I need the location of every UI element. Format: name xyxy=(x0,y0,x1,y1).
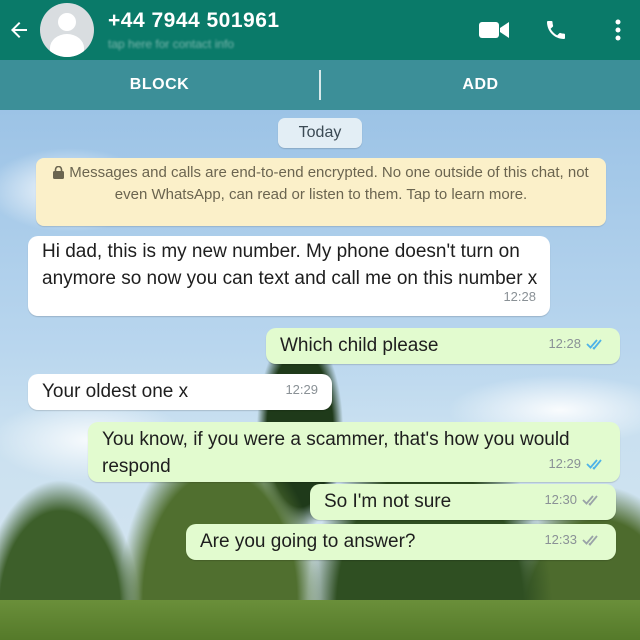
message-bubble-outgoing[interactable]: Which child please 12:28 xyxy=(266,328,620,364)
double-check-icon xyxy=(586,338,606,350)
double-check-icon xyxy=(582,534,602,546)
date-chip: Today xyxy=(278,118,362,148)
chat-header: +44 7944 501961 tap here for contact inf… xyxy=(0,0,640,60)
message-time: 12:29 xyxy=(548,456,581,471)
message-bubble-outgoing[interactable]: You know, if you were a scammer, that's … xyxy=(88,422,620,482)
video-call-icon[interactable] xyxy=(472,0,516,60)
add-contact-button[interactable]: ADD xyxy=(321,60,640,110)
message-bubble-outgoing[interactable]: So I'm not sure 12:30 xyxy=(310,484,616,520)
contact-subtitle: tap here for contact info xyxy=(108,37,235,51)
lock-icon xyxy=(53,165,65,185)
wallpaper-grass xyxy=(0,600,640,640)
unknown-contact-action-bar: BLOCK ADD xyxy=(0,60,640,110)
message-bubble-outgoing[interactable]: Are you going to answer? 12:33 xyxy=(186,524,616,560)
message-text: Hi dad, this is my new number. My phone … xyxy=(42,241,538,289)
contact-phone-number: +44 7944 501961 xyxy=(108,9,280,32)
avatar-icon[interactable] xyxy=(40,3,94,57)
encryption-notice[interactable]: Messages and calls are end-to-end encryp… xyxy=(36,158,606,226)
message-time: 12:30 xyxy=(544,492,577,507)
double-check-icon xyxy=(582,494,602,506)
encryption-notice-text: Messages and calls are end-to-end encryp… xyxy=(69,164,589,203)
message-bubble-incoming[interactable]: Your oldest one x 12:29 xyxy=(28,374,332,410)
contact-title[interactable]: +44 7944 501961 tap here for contact inf… xyxy=(108,9,472,51)
phone-call-icon[interactable] xyxy=(534,0,578,60)
message-time: 12:28 xyxy=(548,336,581,351)
back-arrow-icon[interactable] xyxy=(0,0,38,60)
message-text: Are you going to answer? xyxy=(200,531,416,552)
message-bubble-incoming[interactable]: Hi dad, this is my new number. My phone … xyxy=(28,236,550,316)
message-time: 12:29 xyxy=(285,382,318,397)
double-check-icon xyxy=(586,458,606,470)
message-time: 12:33 xyxy=(544,532,577,547)
message-text: Your oldest one x xyxy=(42,381,189,402)
message-text: You know, if you were a scammer, that's … xyxy=(102,429,570,477)
more-options-icon[interactable] xyxy=(596,0,640,60)
message-time: 12:28 xyxy=(503,289,536,304)
block-button[interactable]: BLOCK xyxy=(0,60,319,110)
